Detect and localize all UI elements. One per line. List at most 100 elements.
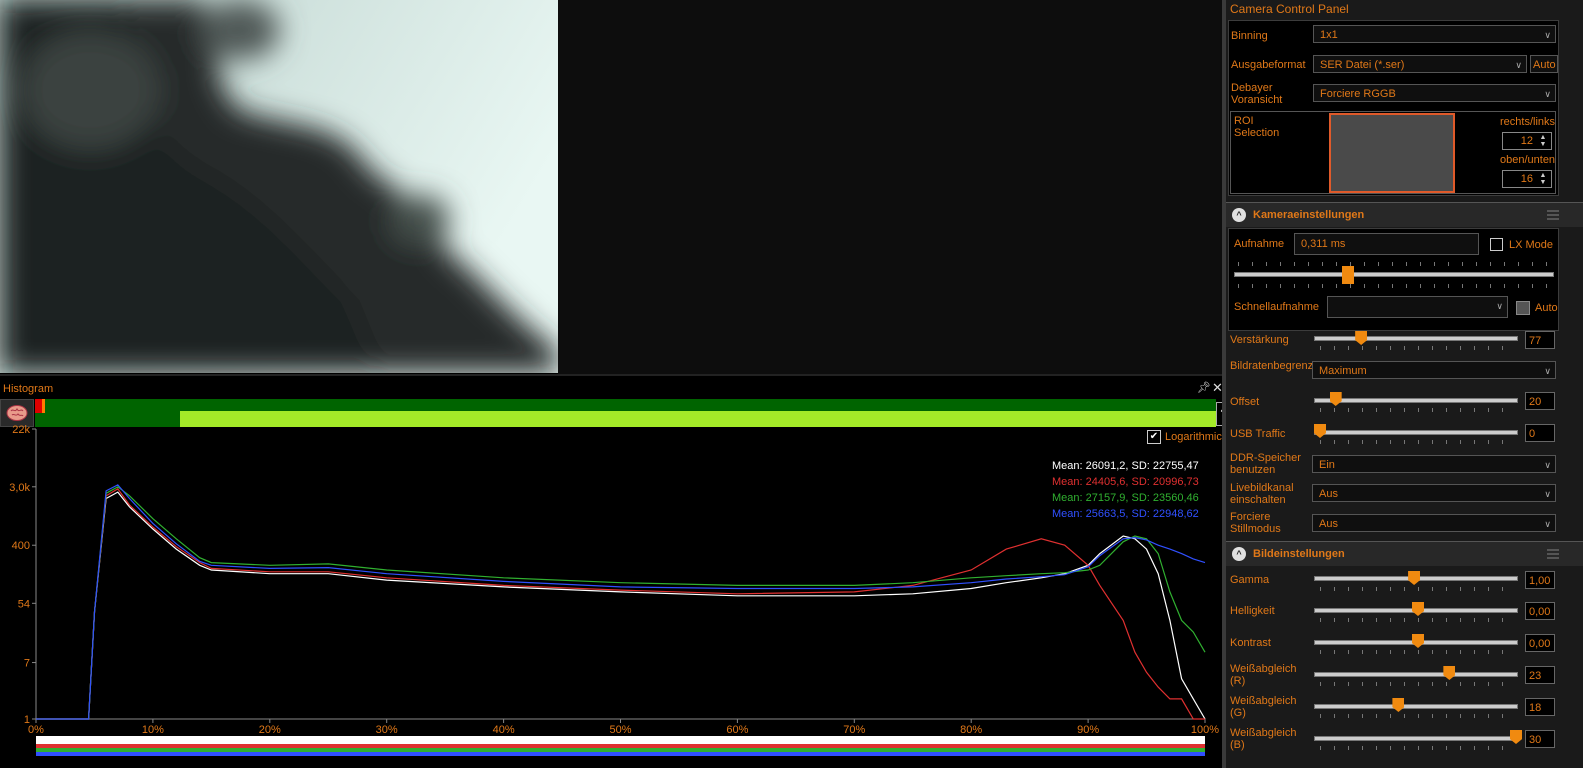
lx-mode-checkbox[interactable]: LX Mode (1490, 238, 1553, 251)
preview-background (558, 0, 1234, 376)
exposure-slider-thumb[interactable] (1342, 266, 1355, 284)
ddr-select[interactable]: Ein ∨ (1312, 455, 1556, 473)
wb-r-label: Weißabgleich (R) (1230, 663, 1297, 687)
ddr-value: Ein (1319, 459, 1335, 471)
x-tick-label: 10% (142, 724, 164, 736)
output-format-label: Ausgabeformat (1231, 59, 1306, 71)
splitter[interactable] (0, 374, 1234, 376)
brightness-slider-thumb[interactable] (1412, 602, 1424, 616)
camera-control-panel: Camera Control Panel Binning 1x1 ∨ Ausgab… (1226, 0, 1583, 768)
collapse-icon[interactable]: ^ (1232, 208, 1246, 222)
logarithmic-checkbox[interactable]: ✔ Logarithmic (1147, 430, 1222, 444)
x-tick-label: 20% (259, 724, 281, 736)
usb-traffic-slider-thumb[interactable] (1314, 424, 1326, 438)
gain-value[interactable]: 77 (1525, 331, 1555, 349)
output-format-auto-button[interactable]: Auto (1530, 55, 1558, 73)
x-tick-label: 40% (493, 724, 515, 736)
quick-exposure-select[interactable]: ∨ (1327, 296, 1508, 318)
debayer-label: Debayer Voransicht (1231, 82, 1283, 106)
channel-bar-red (36, 744, 1205, 748)
chevron-down-icon: ∨ (1544, 89, 1551, 99)
gain-slider-thumb[interactable] (1355, 331, 1368, 345)
contrast-slider-thumb[interactable] (1412, 634, 1424, 648)
wb-g-track[interactable] (1314, 704, 1518, 709)
x-tick-label: 70% (843, 724, 865, 736)
chevron-down-icon: ∨ (1544, 519, 1551, 529)
live-channel-value: Aus (1319, 488, 1338, 500)
usb-traffic-label: USB Traffic (1230, 428, 1286, 440)
wb-b-value[interactable]: 30 (1525, 730, 1555, 748)
exposure-track[interactable] (1234, 272, 1554, 277)
roi-selector[interactable] (1329, 113, 1455, 193)
wb-b-label: Weißabgleich (B) (1230, 727, 1297, 751)
roi-lr-spinner[interactable]: 12 ▲ ▼ (1502, 132, 1552, 150)
channel-bar-white (36, 736, 1205, 744)
menu-icon[interactable] (1547, 210, 1559, 222)
stats-line: Mean: 26091,2, SD: 22755,47 (1052, 460, 1199, 472)
offset-ticks (1320, 408, 1516, 412)
usb-traffic-track[interactable] (1314, 430, 1518, 435)
preview-image (0, 0, 558, 373)
roi-tb-spinner[interactable]: 16 ▲ ▼ (1502, 170, 1552, 188)
logarithmic-label: Logarithmic (1165, 431, 1222, 443)
contrast-value[interactable]: 0,00 (1525, 634, 1555, 652)
checkbox-empty-icon[interactable] (1490, 238, 1503, 251)
wb-r-value[interactable]: 23 (1525, 666, 1555, 684)
framerate-select[interactable]: Maximum ∨ (1312, 361, 1556, 379)
debayer-select[interactable]: Forciere RGGB ∨ (1313, 84, 1556, 102)
live-channel-select[interactable]: Aus ∨ (1312, 484, 1556, 502)
wb-g-value[interactable]: 18 (1525, 698, 1555, 716)
still-mode-value: Aus (1319, 518, 1338, 530)
usb-traffic-value[interactable]: 0 (1525, 424, 1555, 442)
framerate-label: Bildratenbegrenzung (1230, 360, 1332, 372)
wb-b-slider-thumb[interactable] (1510, 730, 1522, 744)
roi-lr-label: rechts/links (1500, 116, 1556, 128)
panel-title: Camera Control Panel (1230, 2, 1349, 16)
collapse-icon[interactable]: ^ (1232, 547, 1246, 561)
x-tick-label: 30% (376, 724, 398, 736)
exposure-label: Aufnahme (1234, 238, 1285, 250)
camera-settings-header[interactable]: ^ Kameraeinstellungen (1226, 202, 1583, 227)
checkbox-icon[interactable] (1516, 301, 1530, 315)
gamma-slider-thumb[interactable] (1408, 571, 1421, 585)
still-mode-select[interactable]: Aus ∨ (1312, 514, 1556, 532)
y-tick-label: 22k (12, 424, 30, 436)
spinner-arrows-icon[interactable]: ▲ ▼ (1536, 134, 1550, 148)
gamma-value[interactable]: 1,00 (1525, 571, 1555, 589)
gain-track[interactable] (1314, 336, 1518, 341)
wb-r-slider-thumb[interactable] (1443, 666, 1456, 680)
series-line-white (36, 491, 1206, 720)
wb-g-slider-thumb[interactable] (1392, 698, 1405, 712)
output-format-select[interactable]: SER Datei (*.ser) ∨ (1313, 55, 1527, 73)
offset-value[interactable]: 20 (1525, 392, 1555, 410)
y-tick-label: 3,0k (9, 482, 30, 494)
x-tick-label: 80% (960, 724, 982, 736)
quick-exposure-label: Schnellaufnahme (1234, 301, 1320, 313)
wb-g-label: Weißabgleich (G) (1230, 695, 1297, 719)
wb-g-ticks (1320, 714, 1516, 718)
channel-bar-green (36, 748, 1205, 752)
wb-b-track[interactable] (1314, 736, 1518, 741)
brightness-ticks (1320, 618, 1516, 622)
quick-auto-checkbox[interactable]: Auto (1516, 301, 1558, 315)
series-line-blue (36, 484, 1206, 720)
exposure-input[interactable]: 0,311 ms (1294, 233, 1479, 255)
chevron-down-icon: ∨ (1515, 60, 1522, 70)
x-tick-label: 50% (609, 724, 631, 736)
offset-track[interactable] (1314, 398, 1518, 403)
binning-select[interactable]: 1x1 ∨ (1313, 25, 1556, 43)
output-format-value: SER Datei (*.ser) (1320, 59, 1405, 71)
ddr-label: DDR-Speicher benutzen (1230, 452, 1301, 476)
offset-slider-thumb[interactable] (1329, 392, 1342, 406)
brightness-value[interactable]: 0,00 (1525, 602, 1555, 620)
framerate-value: Maximum (1319, 365, 1367, 377)
wb-b-ticks (1320, 746, 1516, 750)
image-settings-header[interactable]: ^ Bildeinstellungen (1226, 541, 1583, 566)
spinner-arrows-icon[interactable]: ▲ ▼ (1536, 172, 1550, 186)
check-icon[interactable]: ✔ (1147, 430, 1161, 444)
gain-ticks (1320, 346, 1516, 350)
wb-r-track[interactable] (1314, 672, 1518, 677)
binning-value: 1x1 (1320, 29, 1338, 41)
y-tick-label: 7 (24, 658, 30, 670)
menu-icon[interactable] (1547, 549, 1559, 561)
